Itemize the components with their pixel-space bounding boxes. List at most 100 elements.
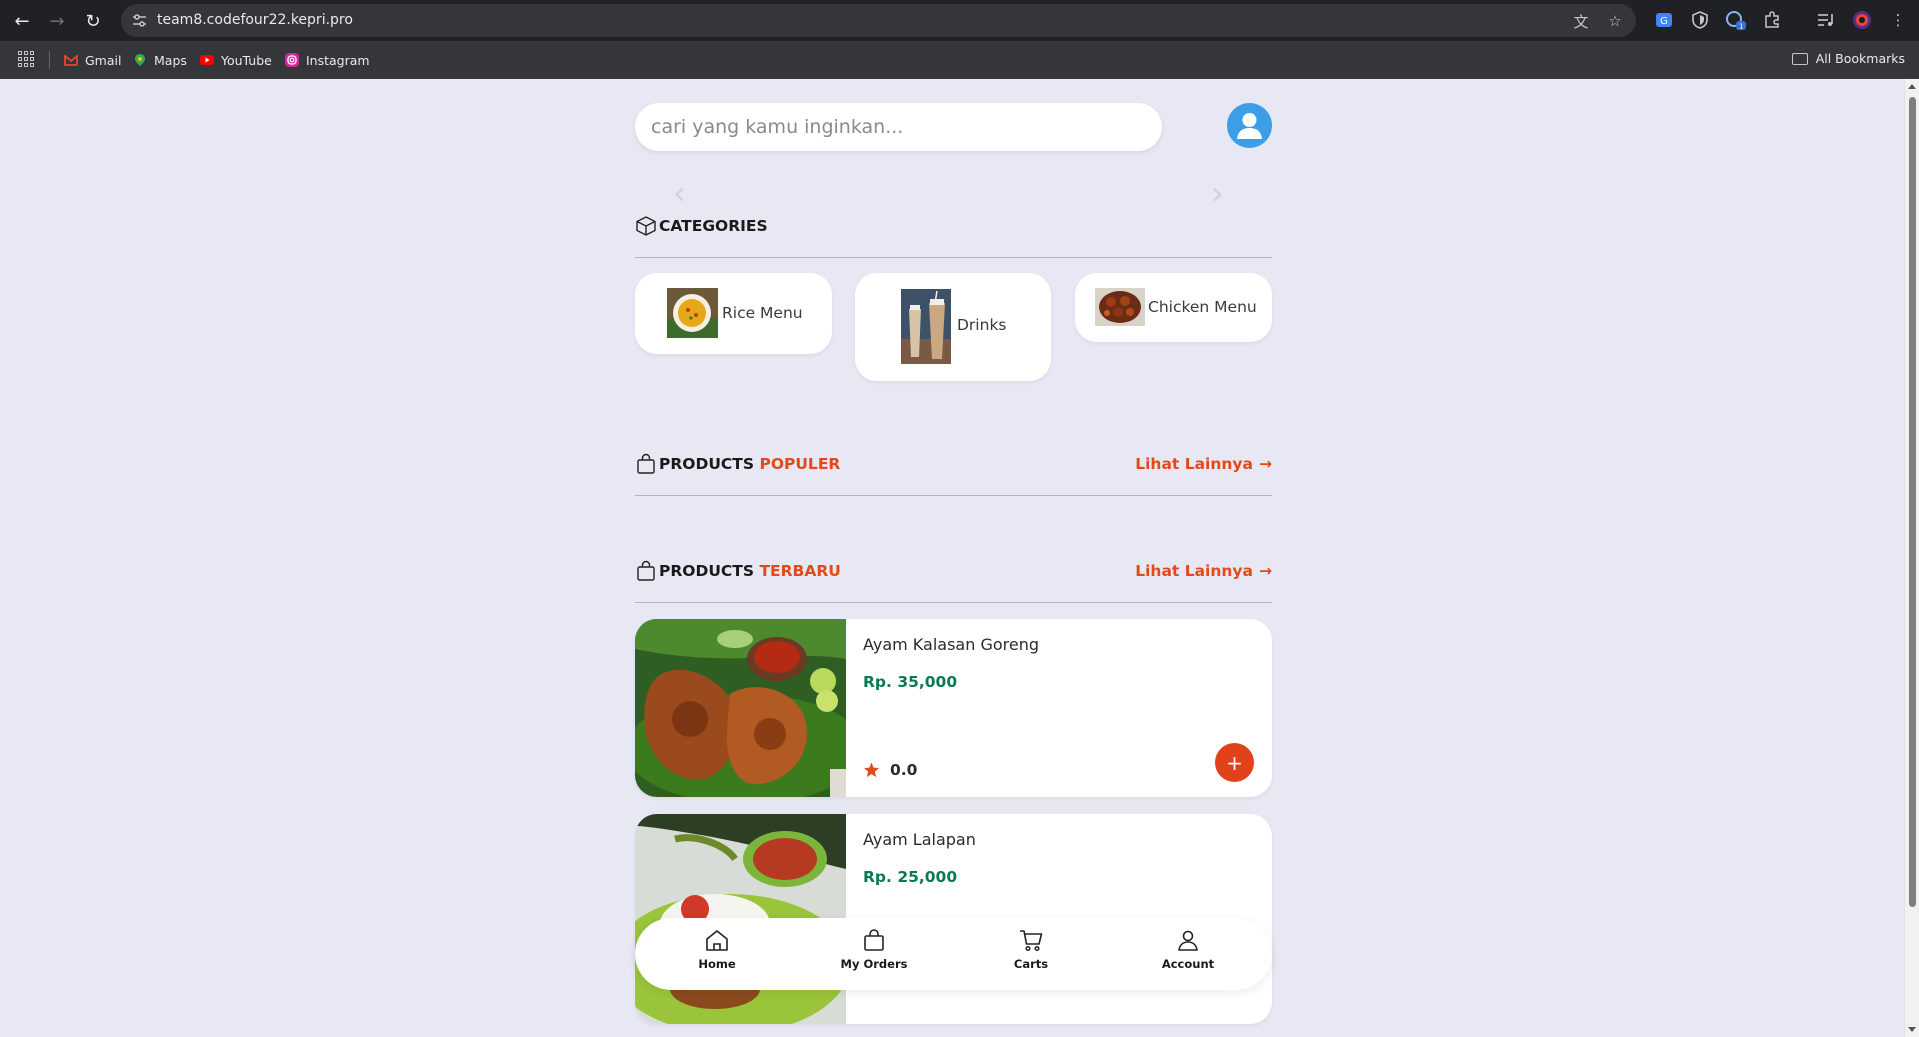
category-label: Chicken Menu [1148, 298, 1257, 316]
bottom-navigation: Home My Orders Carts Account [635, 918, 1272, 990]
back-icon[interactable]: ← [10, 9, 34, 33]
bookmark-label: Instagram [306, 52, 370, 68]
bookmark-instagram[interactable]: Instagram [285, 51, 370, 69]
bookmark-gmail[interactable]: Gmail [64, 51, 121, 69]
popular-header: PRODUCTS POPULER Lihat Lainnya → [635, 449, 1272, 479]
latest-title-main: PRODUCTS [659, 562, 755, 580]
category-card-rice[interactable]: Rice Menu [635, 273, 832, 354]
bookmark-star-icon[interactable]: ☆ [1605, 11, 1625, 31]
address-bar[interactable]: team8.codefour22.kepri.pro 文 ☆ [121, 4, 1636, 37]
rating-value: 0.0 [890, 761, 918, 779]
nav-label: My Orders [840, 957, 908, 971]
see-more-label: Lihat Lainnya [1135, 562, 1253, 580]
bookmark-label: YouTube [221, 52, 272, 68]
product-card[interactable]: Ayam Kalasan Goreng Rp. 35,000 0.0 + [635, 619, 1272, 797]
scroll-down-icon[interactable] [1908, 1027, 1916, 1032]
latest-see-more-link[interactable]: Lihat Lainnya → [1135, 562, 1272, 580]
bag-icon [864, 929, 884, 951]
forward-icon[interactable]: → [45, 9, 69, 33]
cart-icon [1020, 930, 1043, 952]
rice-menu-image [667, 288, 718, 338]
reload-icon[interactable]: ↻ [81, 9, 105, 33]
categories-title: CATEGORIES [659, 217, 768, 235]
all-bookmarks[interactable]: All Bookmarks [1791, 51, 1905, 66]
menu-kebab-icon[interactable]: ⋮ [1887, 9, 1909, 31]
category-card-chicken[interactable]: Chicken Menu [1075, 273, 1272, 342]
search-input[interactable] [651, 115, 1141, 139]
all-bookmarks-label: All Bookmarks [1815, 51, 1905, 66]
avatar[interactable] [1227, 103, 1272, 148]
search-bar[interactable] [635, 103, 1162, 151]
popular-title-main: PRODUCTS [659, 455, 755, 473]
product-price: Rp. 35,000 [863, 673, 958, 691]
categories-divider [635, 257, 1272, 258]
instagram-icon [285, 53, 299, 67]
nav-label: Carts [1013, 957, 1049, 971]
shopping-bag-icon [637, 560, 655, 581]
see-more-label: Lihat Lainnya [1135, 455, 1253, 473]
nav-home[interactable]: Home [667, 928, 767, 980]
popular-title-accent: POPULER [759, 455, 841, 473]
carousel-next-icon[interactable]: › [1211, 177, 1224, 209]
youtube-icon [200, 55, 214, 65]
chicken-menu-image [1095, 288, 1145, 326]
extension-translate-icon[interactable]: G [1653, 9, 1675, 31]
page-viewport: ‹ › CATEGORIES Rice Menu [0, 79, 1904, 1037]
home-icon [706, 930, 728, 951]
nav-my-orders[interactable]: My Orders [824, 928, 924, 980]
svg-text:1: 1 [1739, 23, 1743, 31]
product-name: Ayam Kalasan Goreng [863, 635, 1039, 654]
page-scrollbar[interactable] [1904, 79, 1919, 1037]
categories-header: CATEGORIES [635, 211, 1272, 241]
box-icon [636, 216, 656, 236]
nav-account[interactable]: Account [1138, 928, 1238, 980]
nav-label: Home [698, 957, 736, 971]
url-text[interactable]: team8.codefour22.kepri.pro [157, 12, 353, 28]
gmail-icon [64, 54, 78, 66]
translate-icon[interactable]: 文 [1571, 11, 1591, 31]
scroll-thumb[interactable] [1909, 97, 1916, 907]
extension-badge-icon[interactable]: 1 [1725, 9, 1747, 31]
bookmark-maps[interactable]: Maps [133, 51, 187, 69]
user-avatar-icon [1237, 113, 1262, 139]
extensions-puzzle-icon[interactable] [1761, 9, 1783, 31]
add-to-cart-button[interactable]: + [1215, 743, 1254, 782]
scroll-up-icon[interactable] [1908, 84, 1916, 89]
category-label: Drinks [957, 316, 1007, 334]
shield-icon[interactable] [1689, 9, 1711, 31]
apps-grid-icon[interactable] [18, 51, 34, 67]
profile-avatar-icon[interactable] [1851, 9, 1873, 31]
category-label: Rice Menu [722, 304, 803, 322]
drinks-image [901, 289, 951, 364]
nav-carts[interactable]: Carts [981, 928, 1081, 980]
bookmarks-bar: Gmail Maps YouTube Instagram All Bookmar… [0, 41, 1919, 79]
latest-divider [635, 602, 1272, 603]
bookmark-label: Maps [154, 52, 187, 68]
product-price: Rp. 25,000 [863, 868, 958, 886]
latest-header: PRODUCTS TERBARU Lihat Lainnya → [635, 556, 1272, 586]
user-icon [1178, 930, 1198, 951]
product-name: Ayam Lalapan [863, 830, 976, 849]
category-card-drinks[interactable]: Drinks [855, 273, 1051, 381]
popular-title: PRODUCTS POPULER [659, 455, 840, 473]
latest-title: PRODUCTS TERBARU [659, 562, 841, 580]
maps-pin-icon [135, 54, 145, 66]
browser-toolbar: ← → ↻ team8.codefour22.kepri.pro 文 ☆ G 1… [0, 0, 1919, 41]
popular-divider [635, 495, 1272, 496]
media-controls-icon[interactable] [1815, 9, 1837, 31]
carousel-prev-icon[interactable]: ‹ [673, 177, 686, 209]
star-icon [864, 762, 879, 777]
nav-label: Account [1161, 957, 1215, 971]
arrow-right-icon: → [1259, 455, 1272, 473]
shopping-bag-icon [637, 453, 655, 474]
bookmark-label: Gmail [85, 52, 122, 68]
svg-text:G: G [1660, 16, 1668, 27]
folder-icon [1791, 52, 1808, 65]
product-image [635, 619, 846, 797]
bookmarks-divider [49, 51, 50, 69]
latest-title-accent: TERBARU [759, 562, 841, 580]
bookmark-youtube[interactable]: YouTube [200, 51, 272, 69]
site-settings-icon[interactable] [131, 12, 148, 29]
popular-see-more-link[interactable]: Lihat Lainnya → [1135, 455, 1272, 473]
arrow-right-icon: → [1259, 562, 1272, 580]
